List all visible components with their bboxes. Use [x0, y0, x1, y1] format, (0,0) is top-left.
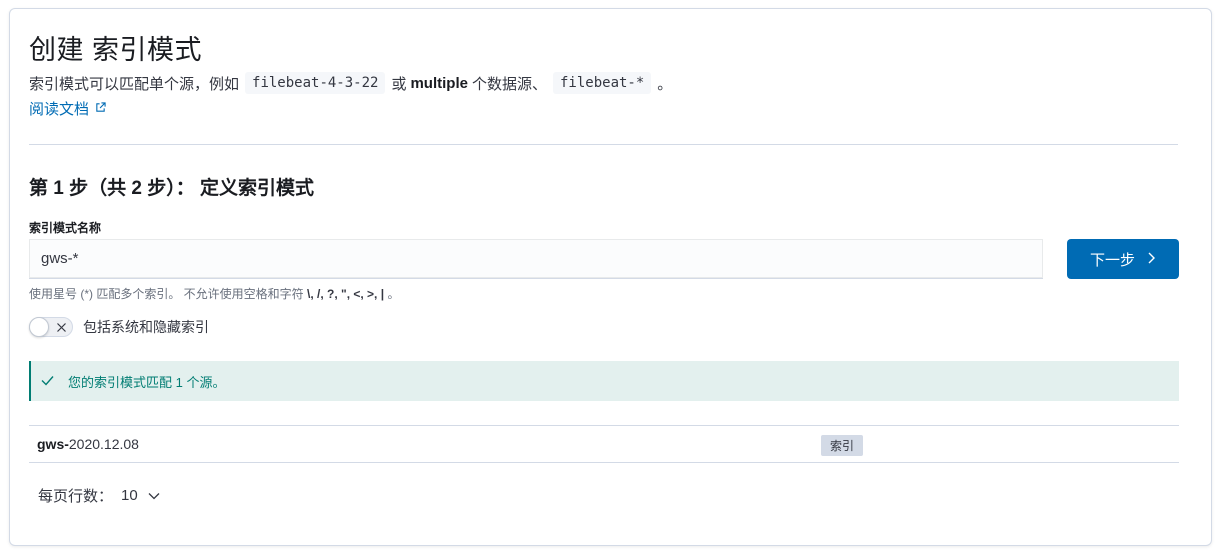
toggle-knob — [29, 317, 49, 337]
index-pattern-name-label: 索引模式名称 — [29, 221, 102, 235]
description-text-3: 个数据源、 — [471, 75, 547, 93]
description-bold: multiple — [410, 74, 468, 92]
include-hidden-toggle-row: 包括系统和隐藏索引 — [29, 317, 209, 337]
step-title: 第 1 步（共 2 步）： 定义索引模式 — [29, 178, 315, 199]
include-hidden-toggle[interactable] — [29, 317, 73, 337]
help-text-chars: \, /, ?, ", <, >, | — [307, 287, 385, 301]
description-text-1: 索引模式可以匹配单个源，例如 — [29, 75, 240, 93]
table-row: gws-2020.12.08 索引 — [29, 426, 1179, 463]
index-pattern-name-input[interactable] — [29, 239, 1043, 279]
callout-text: 您的索引模式匹配 1 个源。 — [68, 374, 226, 390]
external-link-icon — [95, 101, 106, 116]
description-text-4: 。 — [657, 75, 673, 93]
example-code-1: filebeat-4-3-22 — [245, 72, 386, 94]
page-description: 索引模式可以匹配单个源，例如 filebeat-4-3-22 或 multipl… — [29, 72, 672, 94]
next-step-button[interactable]: 下一步 — [1067, 239, 1179, 279]
read-docs-link[interactable]: 阅读文档 — [29, 98, 106, 119]
check-icon — [41, 374, 54, 389]
include-hidden-label: 包括系统和隐藏索引 — [83, 319, 209, 335]
chevron-right-icon — [1147, 251, 1156, 268]
close-icon — [56, 318, 67, 336]
rows-per-page-label: 每页行数： — [38, 488, 114, 505]
index-name-rest: 2020.12.08 — [68, 436, 139, 452]
description-text-2: 或 — [391, 75, 407, 93]
example-code-2: filebeat-* — [553, 72, 652, 94]
chevron-down-icon — [148, 489, 160, 503]
help-text-prefix: 使用星号 (*) 匹配多个索引。 不允许使用空格和字符 — [29, 287, 304, 301]
divider — [29, 144, 1178, 145]
page-title: 创建 索引模式 — [29, 35, 203, 65]
read-docs-label: 阅读文档 — [29, 101, 90, 118]
match-success-callout: 您的索引模式匹配 1 个源。 — [29, 361, 1179, 401]
rows-per-page-value: 10 — [121, 487, 138, 504]
help-text-suffix: 。 — [387, 287, 400, 301]
index-type-badge: 索引 — [821, 435, 864, 456]
rows-per-page-selector[interactable]: 每页行数： 10 — [38, 485, 160, 506]
next-step-label: 下一步 — [1089, 251, 1135, 269]
index-name: gws-2020.12.08 — [37, 436, 139, 452]
index-name-match: gws- — [37, 436, 69, 452]
input-help-text: 使用星号 (*) 匹配多个索引。 不允许使用空格和字符 \, /, ?, ", … — [29, 285, 399, 302]
